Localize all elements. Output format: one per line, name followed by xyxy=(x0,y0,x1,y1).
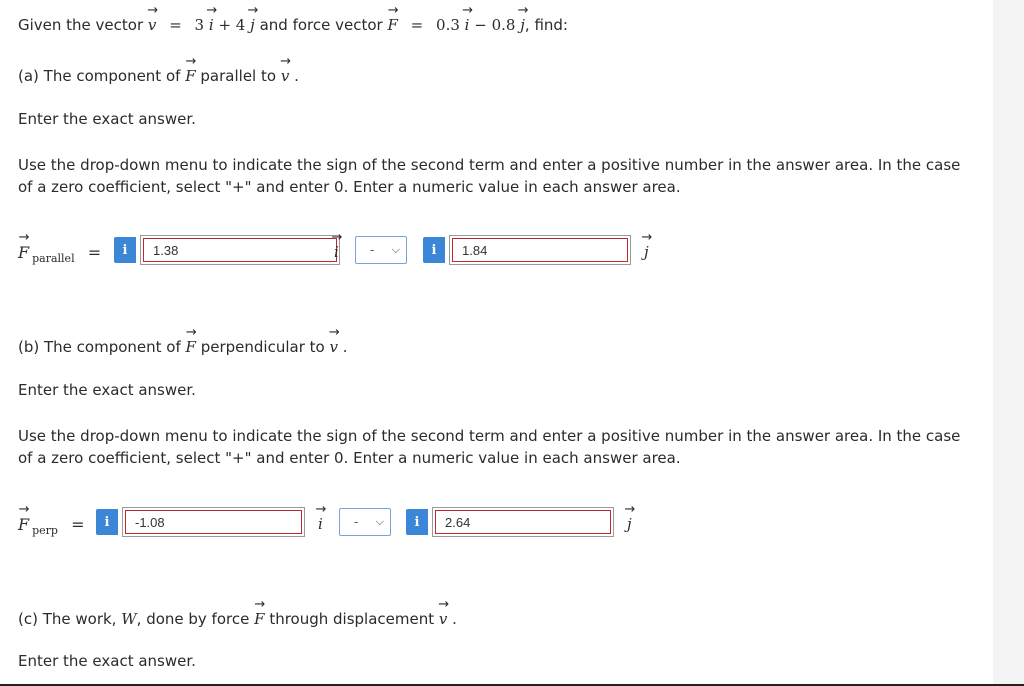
part-c-exact-instruction: Enter the exact answer. xyxy=(18,652,196,670)
part-c-heading: (c) The work, W, done by force F through… xyxy=(18,606,457,628)
part-b-dropdown-instruction: Use the drop-down menu to indicate the s… xyxy=(18,427,961,467)
answer-b-i-field[interactable]: -1.08 xyxy=(122,507,305,537)
answer-a-i-field[interactable]: 1.38 xyxy=(140,235,340,265)
sign-select-b[interactable]: - ⌵ xyxy=(339,508,391,536)
problem-statement: Given the vector v = 3 i + 4 j and force… xyxy=(18,12,568,34)
scrollbar-track[interactable] xyxy=(993,0,1024,686)
unit-j-label: j xyxy=(644,239,649,261)
part-a-heading: (a) The component of F parallel to v . xyxy=(18,63,299,85)
info-icon[interactable]: i xyxy=(114,237,136,263)
part-a-dropdown-instruction: Use the drop-down menu to indicate the s… xyxy=(18,156,961,196)
unit-j-label: j xyxy=(627,511,632,533)
info-icon[interactable]: i xyxy=(423,237,445,263)
part-b-answer-row: Fperp = i -1.08 i - ⌵ i 2.64 j xyxy=(18,507,678,541)
part-a-answer-row: Fparallel = i 1.38 i - ⌵ i 1.84 j xyxy=(18,235,698,269)
vector-f: F xyxy=(387,12,397,34)
f-parallel-label: Fparallel = xyxy=(18,239,109,265)
question-page: Given the vector v = 3 i + 4 j and force… xyxy=(0,0,993,686)
info-icon[interactable]: i xyxy=(96,509,118,535)
answer-a-j-field[interactable]: 1.84 xyxy=(449,235,631,265)
answer-b-j-field[interactable]: 2.64 xyxy=(432,507,614,537)
unit-i-label: i xyxy=(334,239,339,261)
part-b-exact-instruction: Enter the exact answer. xyxy=(18,381,196,399)
part-a-exact-instruction: Enter the exact answer. xyxy=(18,110,196,128)
info-icon[interactable]: i xyxy=(406,509,428,535)
sign-select-a[interactable]: - ⌵ xyxy=(355,236,407,264)
chevron-down-icon: ⌵ xyxy=(375,515,384,528)
part-b-heading: (b) The component of F perpendicular to … xyxy=(18,334,348,356)
chevron-down-icon: ⌵ xyxy=(391,243,400,256)
f-perp-label: Fperp = xyxy=(18,511,92,537)
unit-i-label: i xyxy=(318,511,323,533)
vector-v: v xyxy=(148,12,156,34)
